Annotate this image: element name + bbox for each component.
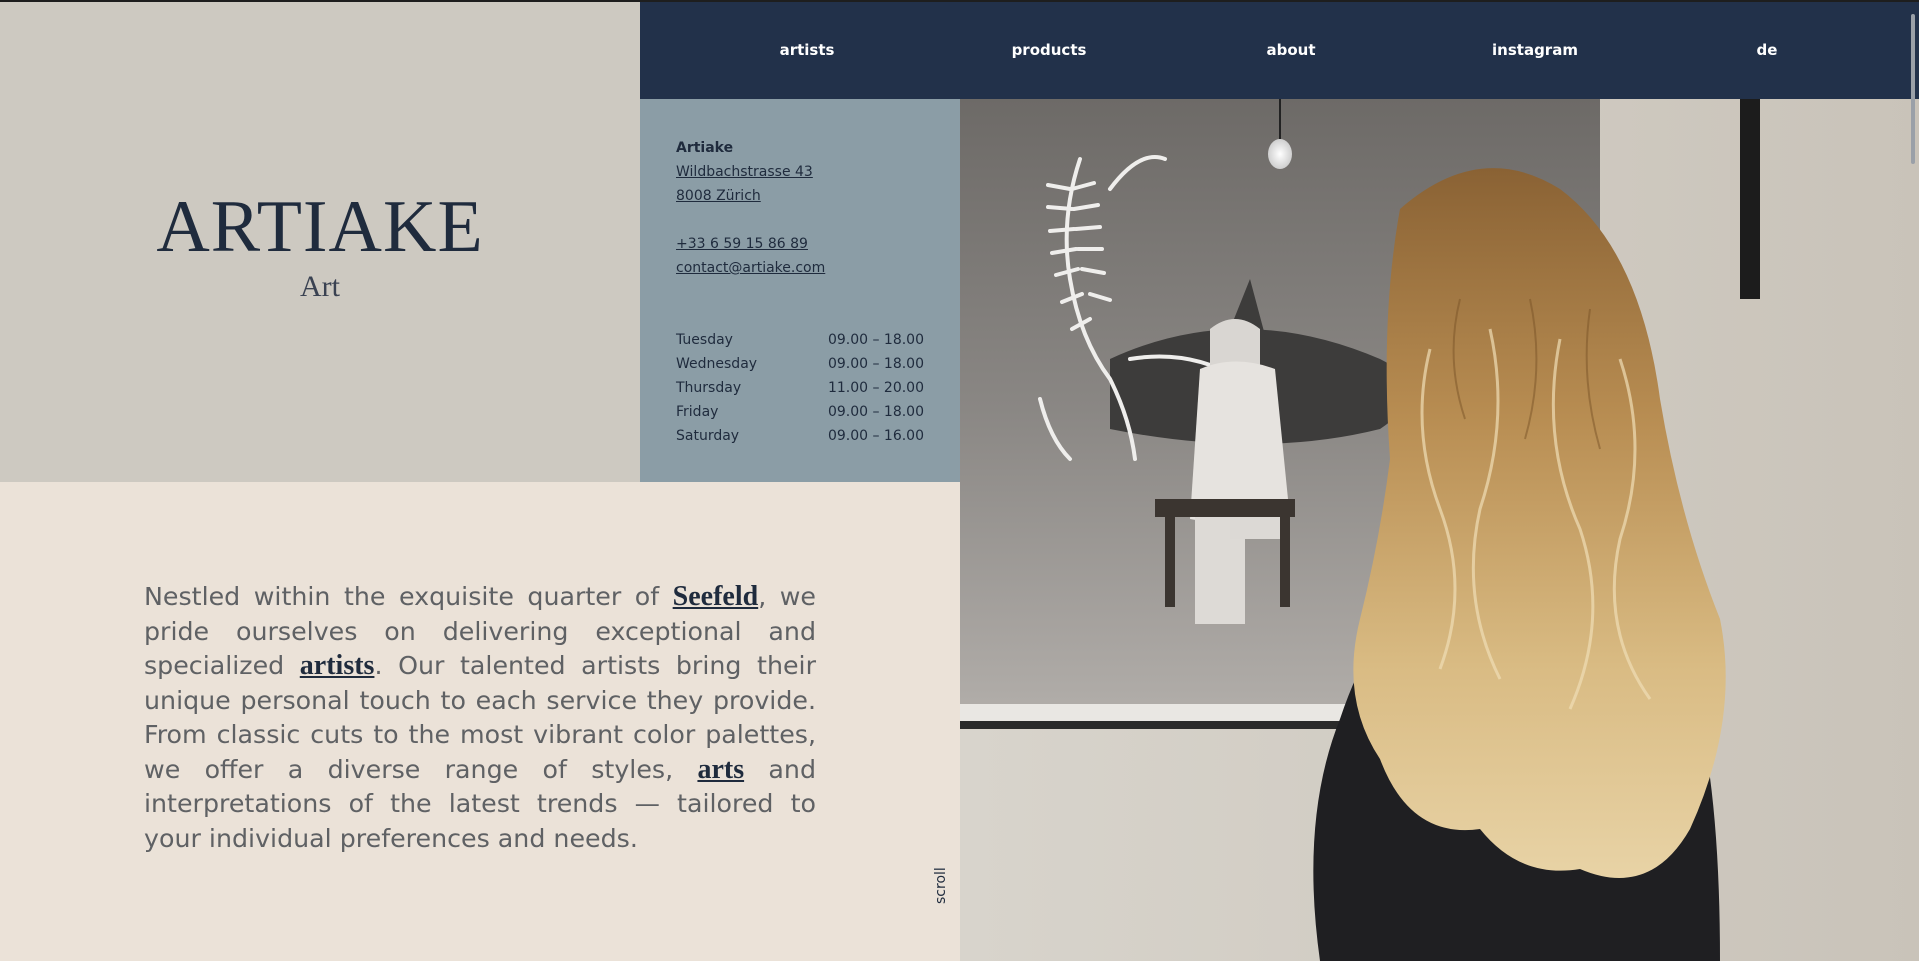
hours-time: 09.00 – 18.00 [827, 332, 924, 348]
intro-paragraph: Nestled within the exquisite quarter of … [144, 580, 816, 856]
nav-item-about[interactable]: about [1266, 2, 1315, 99]
hours-day: Thursday [676, 380, 742, 396]
company-name: Artiake [676, 140, 734, 156]
hours-row: Thursday 11.00 – 20.00 [676, 376, 924, 400]
page: ARTIAKE Art artists products about insta… [0, 2, 1919, 961]
arts-link[interactable]: arts [697, 754, 744, 785]
hours-row: Tuesday 09.00 – 18.00 [676, 328, 924, 352]
top-navigation: artists products about instagram de [640, 2, 1919, 99]
hours-time: 09.00 – 16.00 [827, 428, 924, 444]
hours-day: Tuesday [676, 332, 733, 348]
seefeld-link[interactable]: Seefeld [673, 581, 759, 612]
hours-row: Saturday 09.00 – 16.00 [676, 424, 924, 448]
hours-row: Wednesday 09.00 – 18.00 [676, 352, 924, 376]
contact-info-panel: Artiake Wildbachstrasse 43 8008 Zürich +… [640, 99, 960, 482]
hours-time: 11.00 – 20.00 [827, 380, 924, 396]
scrollbar[interactable] [1907, 2, 1919, 961]
hours-row: Friday 09.00 – 18.00 [676, 400, 924, 424]
hours-day: Wednesday [676, 356, 758, 372]
nav-item-products[interactable]: products [1012, 2, 1087, 99]
nav-item-language[interactable]: de [1757, 2, 1778, 99]
hero-photo-illustration [960, 99, 1919, 961]
brand-name: ARTIAKE [156, 186, 484, 268]
address-city-link[interactable]: 8008 Zürich [676, 184, 761, 208]
phone-link[interactable]: +33 6 59 15 86 89 [676, 232, 808, 256]
hero-photo [960, 99, 1919, 961]
hours-time: 09.00 – 18.00 [827, 356, 924, 372]
logo-panel: ARTIAKE Art [0, 2, 640, 482]
scroll-indicator[interactable]: scroll [933, 867, 949, 904]
nav-item-instagram[interactable]: instagram [1492, 2, 1578, 99]
hours-day: Friday [676, 404, 719, 420]
nav-item-artists[interactable]: artists [780, 2, 835, 99]
artists-link[interactable]: artists [300, 650, 375, 681]
intro-text: Nestled within the exquisite quarter of [144, 582, 673, 611]
hours-day: Saturday [676, 428, 740, 444]
hours-time: 09.00 – 18.00 [827, 404, 924, 420]
brand-logo[interactable]: ARTIAKE Art [0, 190, 640, 302]
email-link[interactable]: contact@artiake.com [676, 256, 825, 280]
address-street-link[interactable]: Wildbachstrasse 43 [676, 160, 813, 184]
brand-subtitle: Art [300, 270, 340, 303]
scrollbar-thumb[interactable] [1911, 14, 1915, 164]
